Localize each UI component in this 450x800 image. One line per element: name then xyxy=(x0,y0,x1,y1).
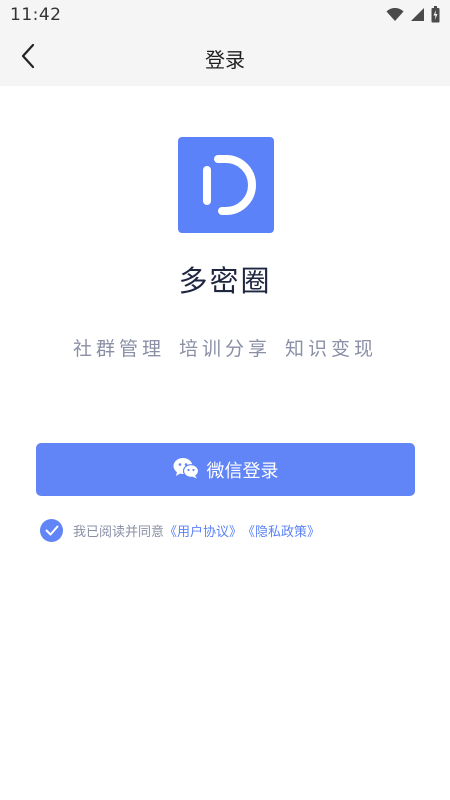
check-icon xyxy=(45,521,59,540)
status-icons xyxy=(386,5,440,27)
wifi-icon xyxy=(386,7,404,26)
wechat-login-label: 微信登录 xyxy=(206,460,279,482)
page-title: 登录 xyxy=(205,48,245,72)
signal-icon xyxy=(410,7,425,26)
wechat-login-button[interactable]: 微信登录 xyxy=(36,443,415,496)
app-logo-d-icon xyxy=(178,155,274,237)
app-logo xyxy=(178,137,274,233)
nav-bar: 登录 xyxy=(0,30,450,86)
app-slogan: 社群管理 培训分享 知识变现 xyxy=(72,338,378,360)
login-screen: 11:42 登录 多密圈 社群管理 培训分享 知识变现 微信登录 我已阅读并同意… xyxy=(0,0,450,800)
battery-icon xyxy=(431,5,440,27)
status-bar: 11:42 xyxy=(0,0,450,30)
agreement-row: 我已阅读并同意 《用户协议》 《隐私政策》 xyxy=(40,518,320,542)
agreement-checkbox[interactable] xyxy=(40,518,63,542)
privacy-policy-link[interactable]: 《隐私政策》 xyxy=(242,521,320,540)
user-agreement-link[interactable]: 《用户协议》 xyxy=(164,521,242,540)
app-name: 多密圈 xyxy=(178,264,272,298)
agreement-prefix: 我已阅读并同意 xyxy=(73,524,165,540)
wechat-icon xyxy=(173,457,199,483)
status-time: 11:42 xyxy=(10,5,62,25)
